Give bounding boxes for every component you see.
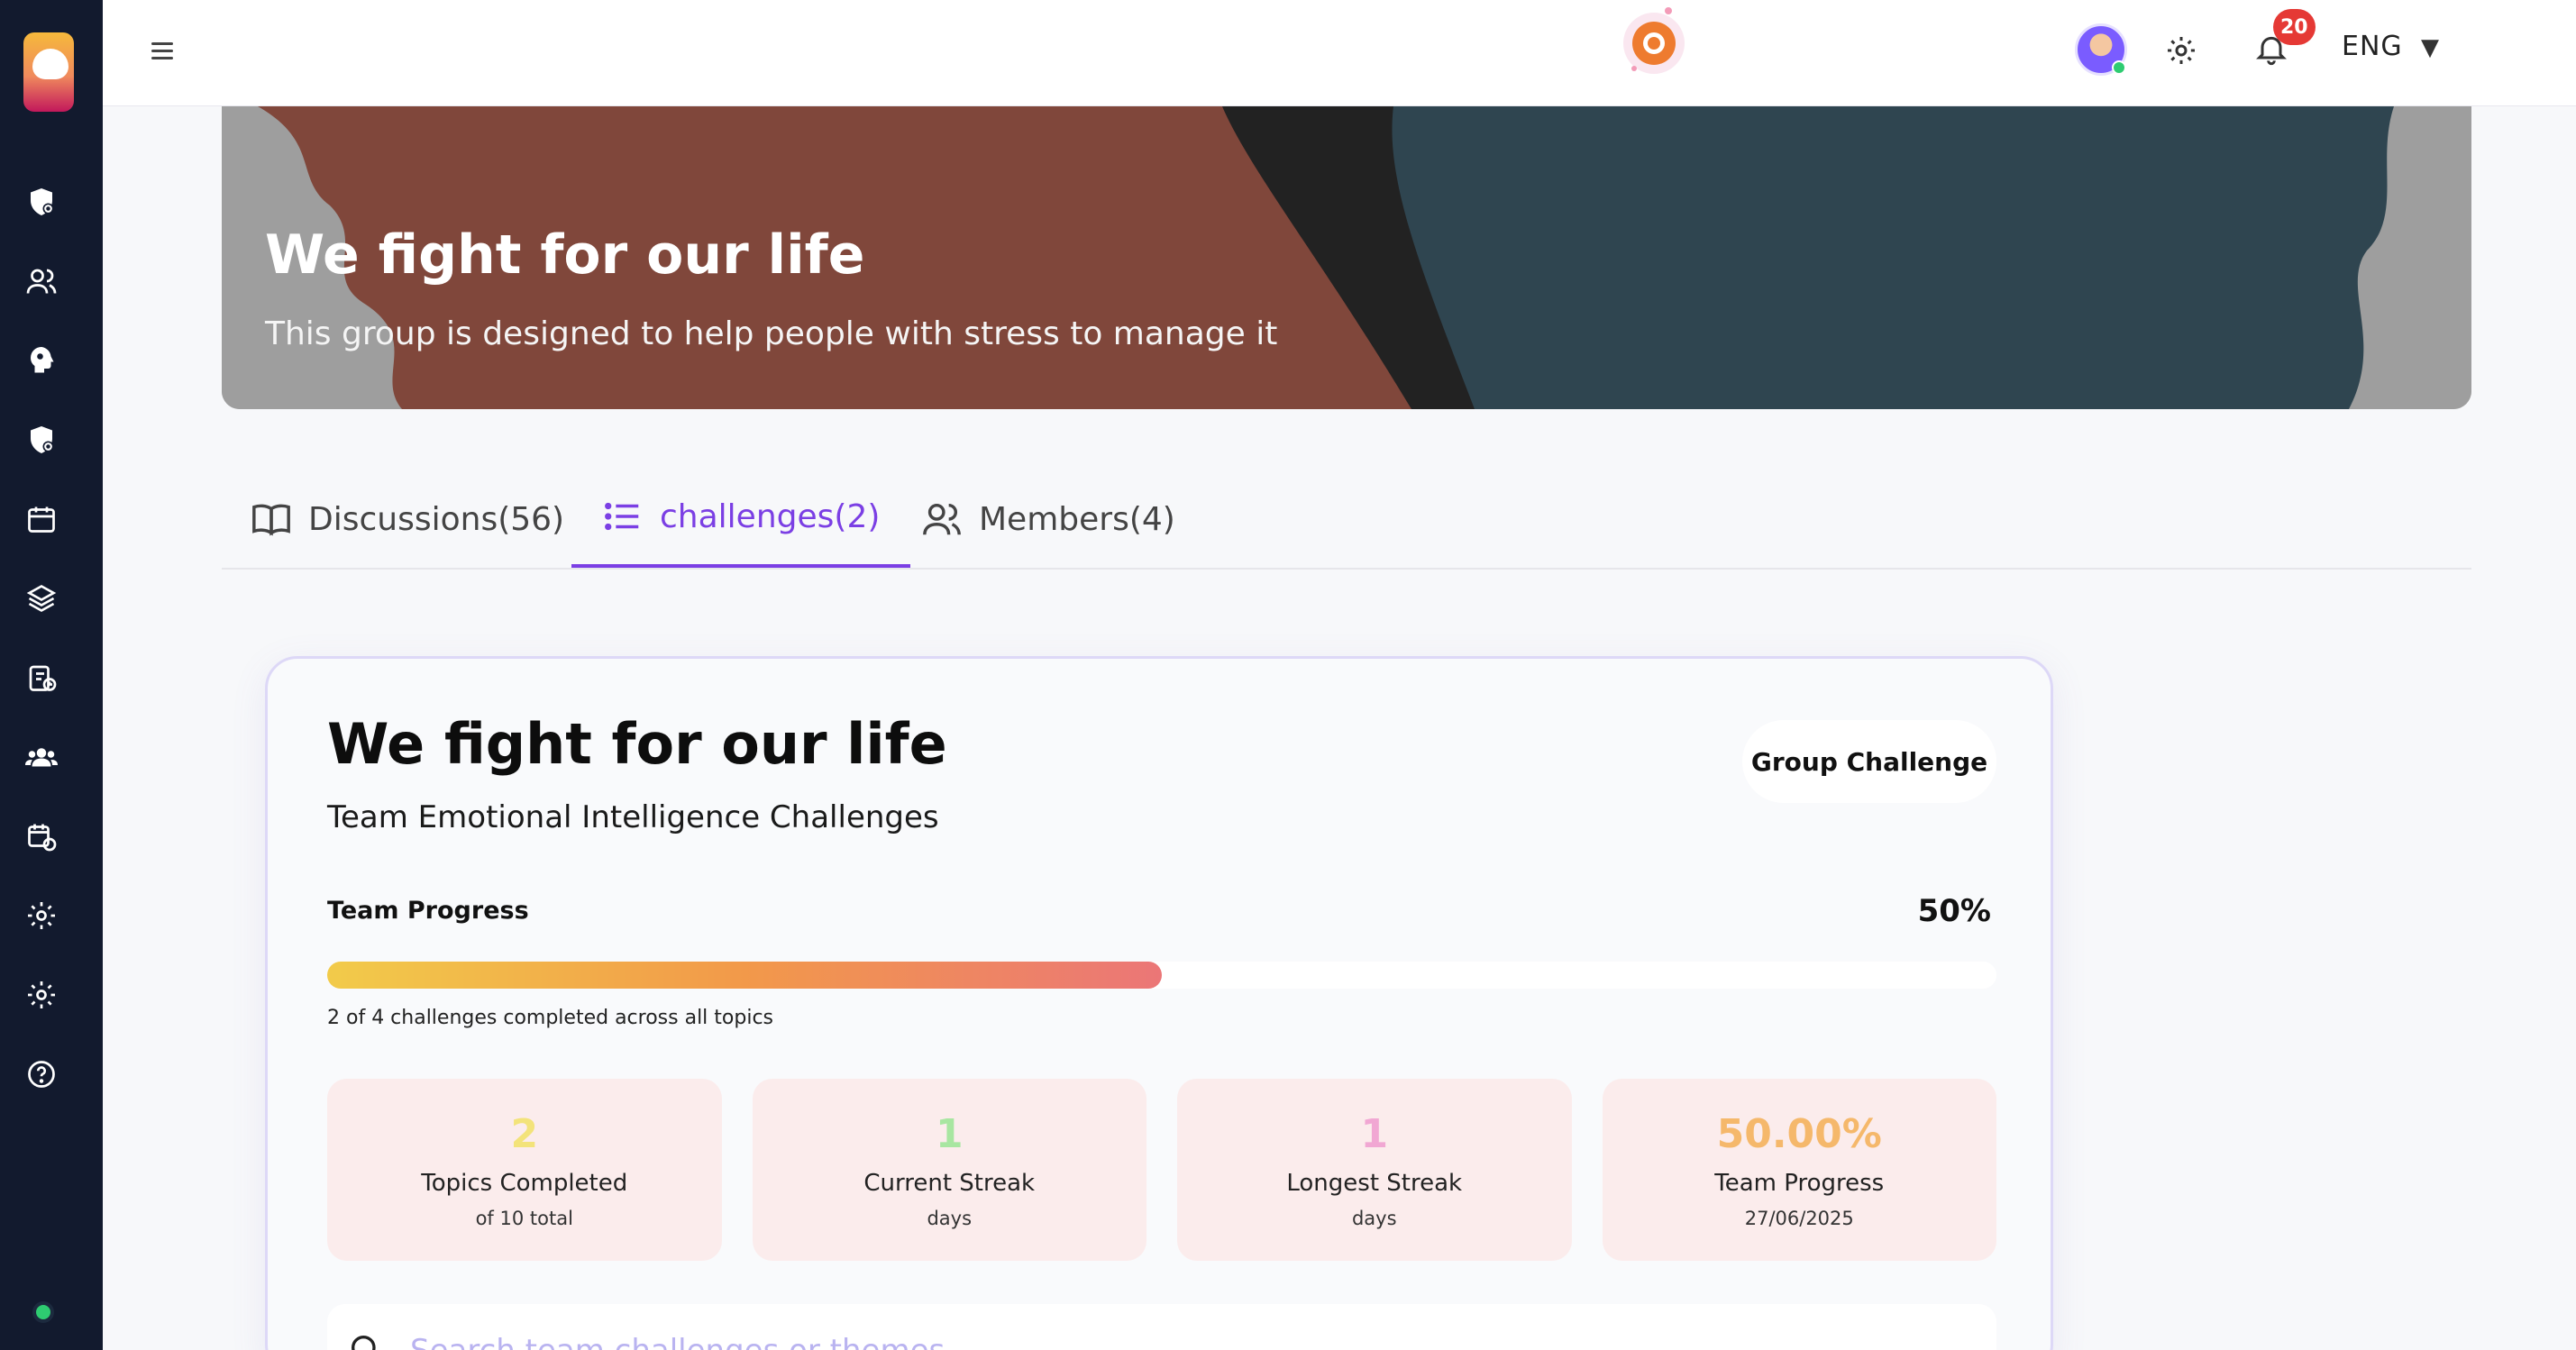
stat-sub: 27/06/2025 xyxy=(1744,1208,1854,1229)
stat-value: 1 xyxy=(1360,1111,1389,1157)
online-status-dot xyxy=(2112,60,2126,75)
banner-title: We fight for our life xyxy=(265,223,865,287)
tab-label: challenges(2) xyxy=(660,497,881,535)
layers-icon[interactable] xyxy=(22,579,61,618)
stat-sub: of 10 total xyxy=(475,1208,573,1229)
tab-label: Members(4) xyxy=(979,500,1175,538)
stat-team-progress: 50.00% Team Progress 27/06/2025 xyxy=(1602,1079,1996,1261)
stat-value: 50.00% xyxy=(1716,1111,1882,1157)
user-avatar[interactable] xyxy=(2075,23,2127,76)
topbar xyxy=(103,0,2576,106)
gear-icon[interactable] xyxy=(22,896,61,935)
shield-settings-icon[interactable] xyxy=(22,182,61,222)
users-icon xyxy=(923,503,961,535)
book-icon xyxy=(252,504,290,536)
stat-label: Topics Completed xyxy=(421,1170,628,1197)
chevron-down-icon[interactable]: ▼ xyxy=(2421,34,2439,61)
settings-gear-icon[interactable] xyxy=(2163,32,2199,68)
brain-icon[interactable] xyxy=(22,341,61,380)
challenge-subtitle: Team Emotional Intelligence Challenges xyxy=(327,799,939,835)
language-selector[interactable]: ENG xyxy=(2342,31,2403,62)
calendar-icon[interactable] xyxy=(22,499,61,539)
stat-label: Current Streak xyxy=(863,1170,1036,1197)
search-icon xyxy=(352,1336,376,1350)
stat-longest-streak: 1 Longest Streak days xyxy=(1177,1079,1572,1261)
center-logo-icon[interactable] xyxy=(1618,5,1690,78)
progress-label: Team Progress xyxy=(327,897,529,925)
search-input[interactable] xyxy=(410,1324,1942,1350)
stat-label: Team Progress xyxy=(1714,1170,1885,1197)
app-logo[interactable] xyxy=(23,32,74,112)
challenge-title: We fight for our life xyxy=(327,711,947,777)
stat-value: 2 xyxy=(510,1111,539,1157)
group-tabs: Discussions(56) challenges(2) Members(4) xyxy=(222,469,2471,570)
online-status-dot xyxy=(32,1301,54,1323)
progress-note: 2 of 4 challenges completed across all t… xyxy=(327,1007,774,1029)
clipboard-clock-icon[interactable] xyxy=(22,658,61,698)
calendar-refresh-icon[interactable] xyxy=(22,816,61,856)
progress-bar-fill xyxy=(327,962,1162,989)
group-icon[interactable] xyxy=(22,737,61,777)
stat-sub: days xyxy=(927,1208,973,1229)
challenge-card: We fight for our life Team Emotional Int… xyxy=(265,656,2053,1350)
challenge-search xyxy=(327,1304,1996,1350)
banner-subtitle: This group is designed to help people wi… xyxy=(265,315,1278,352)
cloud-logo-icon xyxy=(32,49,69,79)
stat-current-streak: 1 Current Streak days xyxy=(752,1079,1146,1261)
progress-bar xyxy=(327,962,1996,989)
list-icon xyxy=(605,502,639,531)
menu-toggle-button[interactable] xyxy=(151,38,184,65)
tab-discussions[interactable]: Discussions(56) xyxy=(251,469,564,570)
stat-value: 1 xyxy=(935,1111,964,1157)
notification-badge: 20 xyxy=(2273,9,2316,45)
stats-grid: 2 Topics Completed of 10 total 1 Current… xyxy=(327,1079,1996,1261)
help-icon[interactable] xyxy=(22,1054,61,1094)
stat-topics-completed: 2 Topics Completed of 10 total xyxy=(327,1079,722,1261)
shield-settings-icon[interactable] xyxy=(22,420,61,460)
progress-value: 50% xyxy=(1917,893,1991,929)
challenge-type-badge: Group Challenge xyxy=(1742,720,1996,803)
sidebar xyxy=(0,0,103,1350)
stat-label: Longest Streak xyxy=(1286,1170,1463,1197)
tab-members[interactable]: Members(4) xyxy=(921,469,1175,570)
tab-challenges[interactable]: challenges(2) xyxy=(571,469,911,568)
stat-sub: days xyxy=(1351,1208,1397,1229)
users-icon[interactable] xyxy=(22,261,61,301)
gear-icon[interactable] xyxy=(22,975,61,1015)
tab-label: Discussions(56) xyxy=(308,500,565,538)
group-banner: We fight for our life This group is desi… xyxy=(222,106,2471,409)
